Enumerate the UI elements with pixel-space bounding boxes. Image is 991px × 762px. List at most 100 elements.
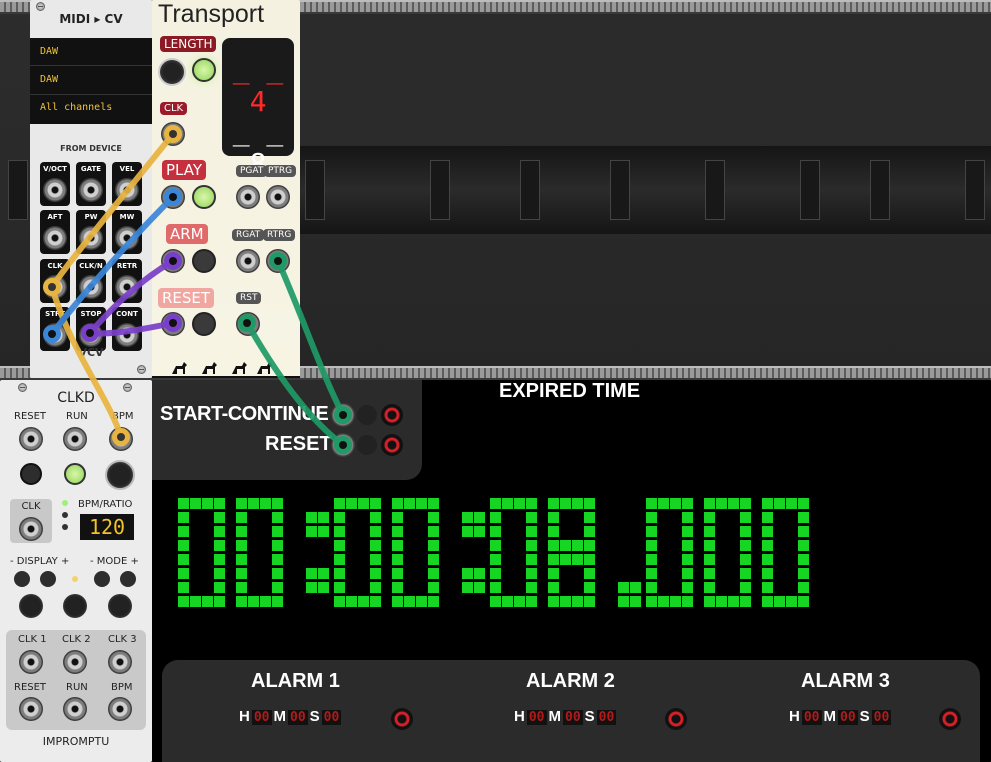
run-output-jack[interactable] (63, 697, 87, 721)
strt-output-jack[interactable] (43, 323, 67, 347)
clk2-output-jack[interactable] (63, 650, 87, 674)
reset-button[interactable] (357, 435, 377, 455)
arm-input-jack[interactable] (161, 249, 185, 273)
transport-module[interactable]: Transport LENGTH _ _ 4 _ _ 8 CLK PLAY PG… (152, 0, 300, 378)
port-label: CLK (47, 262, 63, 270)
clk-label: CLK (21, 501, 41, 512)
alarm-3-label: ALARM 3 (801, 670, 890, 692)
midi-cv-module[interactable]: MIDI ▸ CV DAW DAW All channels FROM DEVI… (30, 0, 152, 378)
run-input-jack[interactable] (63, 427, 87, 451)
alarm-2-seconds[interactable]: 00 (596, 709, 617, 725)
vel-output-jack[interactable] (115, 178, 139, 202)
alarm-3-hours[interactable]: 00 (801, 709, 822, 725)
reset-output-jack[interactable] (19, 697, 43, 721)
aft-output-jack[interactable] (43, 226, 67, 250)
retr-output-jack[interactable] (115, 275, 139, 299)
alarm-1-minutes[interactable]: 00 (288, 709, 308, 725)
clk1-output-jack[interactable] (19, 650, 43, 674)
start-continue-button[interactable] (357, 405, 377, 425)
reset-label: RESET (158, 288, 215, 308)
start-continue-output-jack[interactable] (381, 404, 403, 426)
start-continue-input-jack[interactable] (331, 403, 355, 427)
mode-plus-button[interactable] (120, 571, 136, 587)
rgat-output-jack[interactable] (236, 249, 260, 273)
rack-connector (705, 160, 725, 220)
reset-button[interactable] (192, 312, 216, 336)
arm-label: ARM (166, 224, 208, 244)
reset-input-jack[interactable] (161, 312, 185, 336)
reset-output-jack[interactable] (381, 434, 403, 456)
alarm-2-label: ALARM 2 (526, 670, 615, 692)
length-knob[interactable] (158, 58, 186, 86)
caravan-silhouette-icon (152, 362, 300, 378)
rack-connector (430, 160, 450, 220)
mw-output-jack[interactable] (115, 226, 139, 250)
port-label: STOP (80, 310, 102, 318)
rgat-label: RGAT (232, 229, 265, 241)
bpm-input-jack[interactable] (109, 427, 133, 451)
display-top-digit: _ _ 4 (232, 52, 284, 118)
midi-device-select[interactable]: DAW (40, 74, 58, 85)
clk-input-jack[interactable] (161, 122, 185, 146)
clk1-ratio-knob[interactable] (19, 594, 43, 618)
bpm-output-jack[interactable] (108, 697, 132, 721)
rack-connector (870, 160, 890, 220)
clk3-ratio-knob[interactable] (108, 594, 132, 618)
alarm-1-hours[interactable]: 00 (251, 709, 272, 725)
screw-icon (137, 365, 146, 374)
rack-canvas[interactable]: { "midi_cv":{ "title":"MIDI ▸ CV", "driv… (0, 0, 991, 762)
bpm-knob[interactable] (105, 460, 135, 490)
pw-output-jack[interactable] (79, 226, 103, 250)
clkn-output-jack[interactable] (79, 275, 103, 299)
midi-driver-select[interactable]: DAW (40, 46, 58, 57)
alarm-2-output-jack[interactable] (665, 708, 687, 730)
port-label: RETR (116, 262, 138, 270)
alarm-3-minutes[interactable]: 00 (838, 709, 858, 725)
port-label: MW (119, 213, 135, 221)
rtrg-output-jack[interactable] (266, 249, 290, 273)
alarm-3-output-jack[interactable] (939, 708, 961, 730)
display-plus-button[interactable] (40, 571, 56, 587)
alarm-2-minutes[interactable]: 00 (563, 709, 583, 725)
run-button[interactable] (64, 463, 86, 485)
pgat-output-jack[interactable] (236, 185, 260, 209)
module-title: Transport (158, 0, 265, 28)
timer-module[interactable]: EXPIRED TIME START-CONTINUE RESET 00:00:… (152, 380, 991, 762)
clk-input-jack[interactable] (19, 517, 43, 541)
length-display: _ _ 4 _ _ 8 (222, 38, 294, 180)
rack-connector (8, 160, 28, 220)
play-button[interactable] (192, 185, 216, 209)
ptrg-output-jack[interactable] (266, 185, 290, 209)
alarm-3-seconds[interactable]: 00 (871, 709, 892, 725)
port-label: STRT (45, 310, 65, 318)
stop-output-jack[interactable] (79, 323, 103, 347)
reset-input-jack[interactable] (19, 427, 43, 451)
clkd-module[interactable]: CLKD RESET RUN BPM CLK BPM/RATIO 120 - D… (0, 380, 152, 762)
display-minus-button[interactable] (14, 571, 30, 587)
status-led (62, 524, 68, 530)
clk2-ratio-knob[interactable] (63, 594, 87, 618)
rst-output-jack[interactable] (236, 312, 260, 336)
gate-output-jack[interactable] (79, 178, 103, 202)
mode-minus-button[interactable] (94, 571, 110, 587)
reset-label: RESET (265, 433, 332, 455)
alarm-2-hours[interactable]: 00 (526, 709, 547, 725)
clk-input-box: CLK (10, 499, 52, 543)
alarm-1-seconds[interactable]: 00 (321, 709, 342, 725)
clk3-output-label: CLK 3 (108, 634, 137, 645)
minute-label: M (273, 708, 287, 725)
reset-button[interactable] (20, 463, 42, 485)
hour-label: H (514, 708, 525, 725)
alarm-1-output-jack[interactable] (391, 708, 413, 730)
voct-output-jack[interactable] (43, 178, 67, 202)
reset-input-jack[interactable] (331, 433, 355, 457)
midi-settings-display: DAW DAW All channels (30, 38, 152, 124)
clk3-output-jack[interactable] (108, 650, 132, 674)
length-button[interactable] (192, 58, 216, 82)
cont-output-jack[interactable] (115, 323, 139, 347)
play-input-jack[interactable] (161, 185, 185, 209)
divider (30, 65, 152, 66)
clk-output-jack[interactable] (43, 275, 67, 299)
midi-channel-select[interactable]: All channels (40, 102, 112, 113)
arm-button[interactable] (192, 249, 216, 273)
